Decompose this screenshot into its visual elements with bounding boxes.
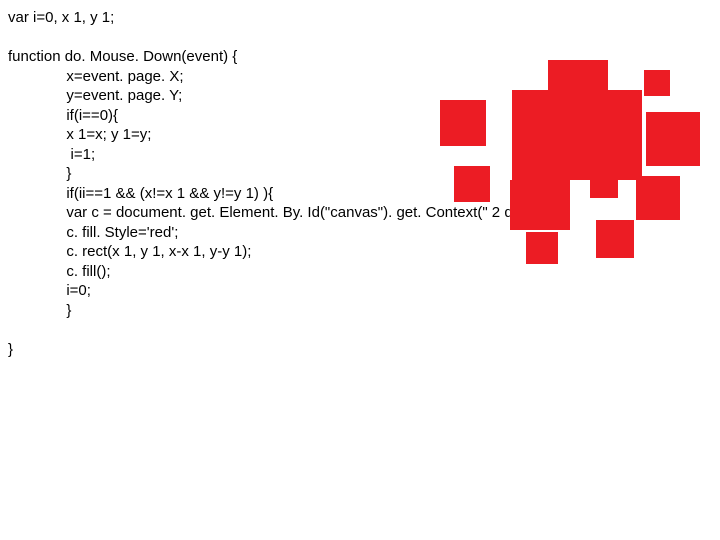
- code-line: }: [8, 301, 527, 321]
- rect-graphic: [440, 60, 700, 270]
- code-line: }: [8, 340, 527, 360]
- code-line-blank: [8, 28, 527, 48]
- code-line: i=0;: [8, 281, 527, 301]
- rect-svg-icon: [440, 60, 700, 270]
- code-line-blank: [8, 320, 527, 340]
- code-line: var i=0, x 1, y 1;: [8, 8, 527, 28]
